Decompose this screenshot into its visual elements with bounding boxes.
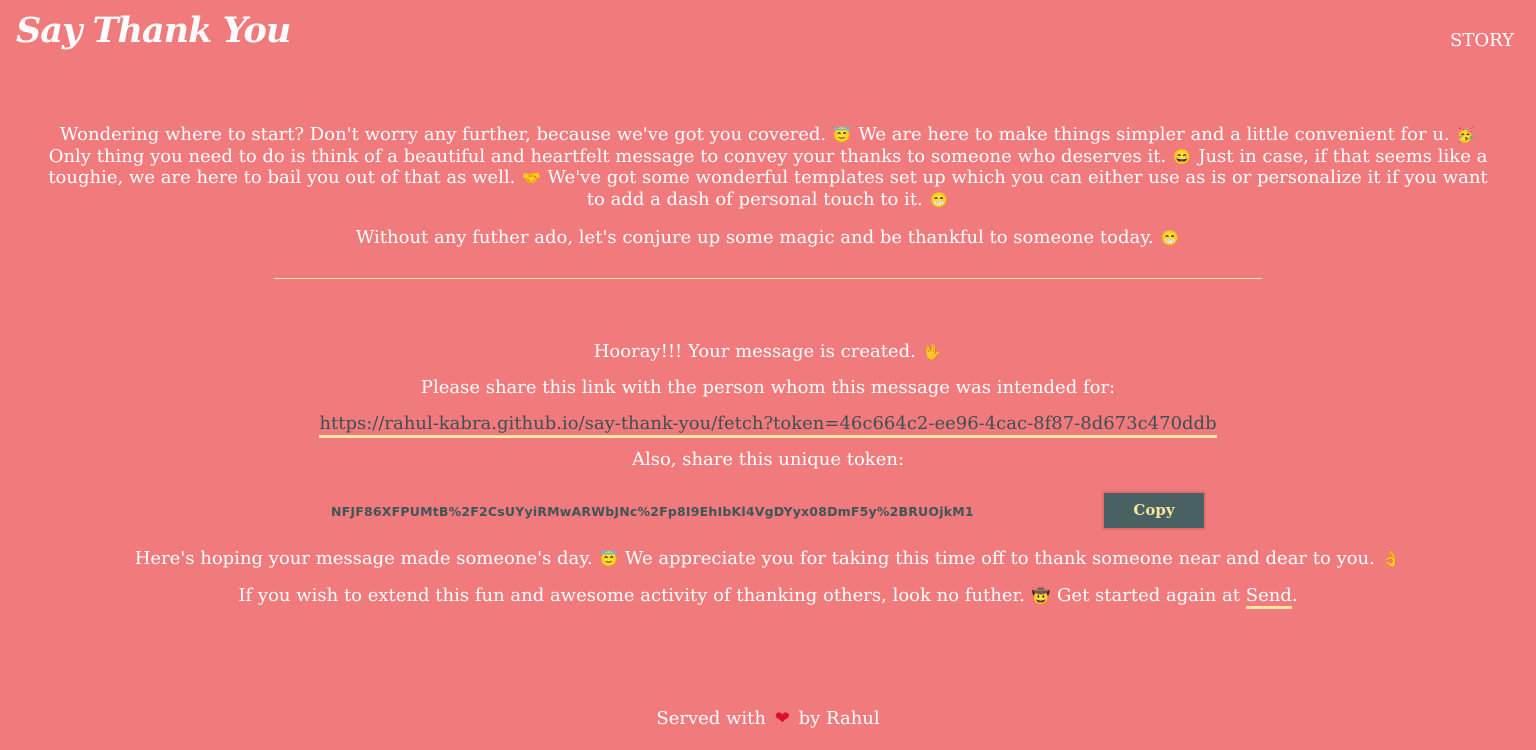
- ok-hand-emoji-icon: 👌: [1381, 550, 1401, 568]
- beaming-face-emoji-icon: 😁: [1160, 229, 1180, 247]
- hoping-text-a: Here's hoping your message made someone'…: [134, 548, 593, 569]
- top-bar: Say Thank You STORY: [0, 0, 1536, 80]
- brand-logo[interactable]: Say Thank You: [16, 10, 291, 51]
- heart-icon: ❤: [774, 708, 790, 729]
- nav-story-link[interactable]: STORY: [1450, 30, 1514, 51]
- party-face-emoji-icon: 🥳: [1456, 126, 1476, 144]
- token-value: NFJF86XFPUMtB%2F2CsUYyiRMwARWbJNc%2Fp8I9…: [331, 504, 974, 519]
- extend-end: .: [1291, 585, 1298, 606]
- smiling-halo-emoji-icon: 😇: [599, 550, 619, 568]
- section-divider: [274, 278, 1262, 279]
- intro-closing-text: Without any futher ado, let's conjure up…: [355, 227, 1154, 248]
- intro-closing-line: Without any futher ado, let's conjure up…: [0, 227, 1536, 248]
- share-link[interactable]: https://rahul-kabra.github.io/say-thank-…: [319, 413, 1217, 438]
- intro-sentence-5: We've got some wonderful templates set u…: [547, 167, 1488, 210]
- intro-sentence-3: Only thing you need to do is think of a …: [48, 145, 1167, 167]
- extend-text-a: If you wish to extend this fun and aweso…: [238, 585, 1025, 606]
- grinning-emoji-icon: 😄: [1172, 147, 1192, 166]
- extend-line: If you wish to extend this fun and aweso…: [0, 585, 1536, 609]
- intro-sentence-1: Wondering where to start? Don't worry an…: [59, 124, 827, 145]
- send-link[interactable]: Send: [1245, 585, 1292, 609]
- token-prompt: Also, share this unique token:: [631, 449, 905, 470]
- beaming-face-emoji-icon: 😁: [929, 190, 949, 209]
- copy-button[interactable]: Copy: [1102, 491, 1206, 530]
- hoping-text-b: We appreciate you for taking this time o…: [624, 548, 1375, 569]
- cowboy-emoji-icon: 🤠: [1031, 587, 1051, 605]
- footer-text-before: Served with: [656, 708, 767, 729]
- handshake-emoji-icon: 🤝: [522, 169, 541, 187]
- hooray-line: Hooray!!! Your message is created. 🖖: [0, 341, 1536, 362]
- intro-sentence-2: We are here to make things simpler and a…: [858, 124, 1450, 145]
- footer: Served with ❤ by Rahul: [0, 708, 1536, 729]
- smiling-halo-emoji-icon: 😇: [832, 126, 852, 144]
- extend-text-b: Get started again at: [1057, 585, 1240, 606]
- intro-paragraph: Wondering where to start? Don't worry an…: [40, 124, 1496, 210]
- hooray-text: Hooray!!! Your message is created.: [593, 341, 916, 362]
- token-row: NFJF86XFPUMtB%2F2CsUYyiRMwARWbJNc%2Fp8I9…: [0, 491, 1536, 531]
- vulcan-salute-emoji-icon: 🖖: [922, 343, 942, 361]
- share-link-line: https://rahul-kabra.github.io/say-thank-…: [0, 413, 1536, 438]
- hoping-line: Here's hoping your message made someone'…: [0, 548, 1536, 569]
- share-prompt: Please share this link with the person w…: [420, 377, 1116, 398]
- footer-text-after: by Rahul: [798, 708, 880, 729]
